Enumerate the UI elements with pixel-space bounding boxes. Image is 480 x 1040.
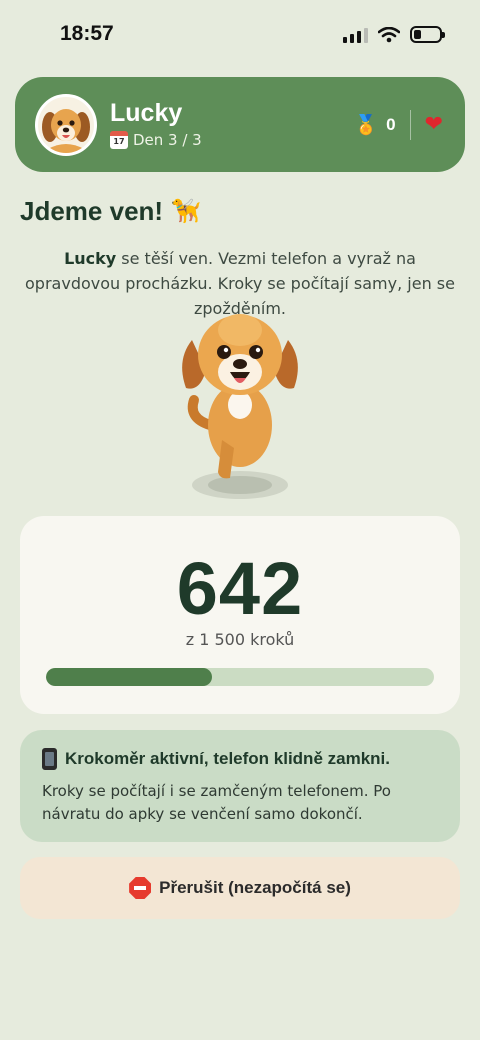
pedometer-title: Krokoměr aktivní, telefon klidně zamkni. — [42, 748, 390, 770]
pedometer-text: Kroky se počítají i se zamčeným telefone… — [42, 782, 391, 823]
battery-icon — [410, 26, 445, 43]
stop-walk-label: Přerušit (nezapočítá se) — [159, 878, 351, 897]
status-time: 18:57 — [60, 22, 114, 45]
status-bar: 18:57 — [0, 0, 480, 72]
steps-goal: z 1 500 kroků — [185, 630, 295, 649]
dog-walking-illustration — [182, 314, 298, 499]
calendar-icon: 17 — [110, 131, 128, 149]
wifi-icon — [378, 26, 400, 42]
status-icons — [343, 26, 445, 43]
pet-avatar[interactable] — [35, 94, 97, 156]
walk-title: Jdeme ven! 🦮 — [20, 196, 201, 227]
pet-header: Lucky 17 Den 3 / 3 🏅 0 ❤ — [15, 77, 465, 172]
phone-icon — [42, 748, 57, 770]
heart-icon[interactable]: ❤ — [425, 111, 443, 139]
pedometer-title-text: Krokoměr aktivní, telefon klidně zamkni. — [65, 749, 390, 768]
dog-avatar-icon — [42, 109, 90, 153]
day-label: Den 3 / 3 — [133, 131, 202, 149]
medal-icon: 🏅 — [354, 114, 379, 136]
pedometer-info-card: Krokoměr aktivní, telefon klidně zamkni.… — [20, 730, 460, 842]
walk-title-text: Jdeme ven! — [20, 196, 164, 226]
day-counter: 17 Den 3 / 3 — [110, 131, 202, 149]
steps-card: 642 z 1 500 kroků — [20, 516, 460, 714]
steps-count: 642 — [176, 547, 304, 630]
steps-progress-fill — [46, 668, 213, 686]
steps-progress-bar — [46, 668, 434, 686]
header-divider — [409, 110, 411, 140]
pet-name: Lucky — [110, 99, 183, 127]
stop-sign-icon — [129, 877, 152, 899]
header-stats: 🏅 0 ❤ — [354, 110, 443, 140]
signal-icon — [343, 27, 368, 43]
guide-dog-icon: 🦮 — [171, 198, 201, 225]
medal-count: 0 — [386, 115, 396, 134]
stop-walk-button[interactable]: Přerušit (nezapočítá se) — [20, 857, 460, 919]
intro-pet-name: Lucky — [64, 249, 117, 268]
